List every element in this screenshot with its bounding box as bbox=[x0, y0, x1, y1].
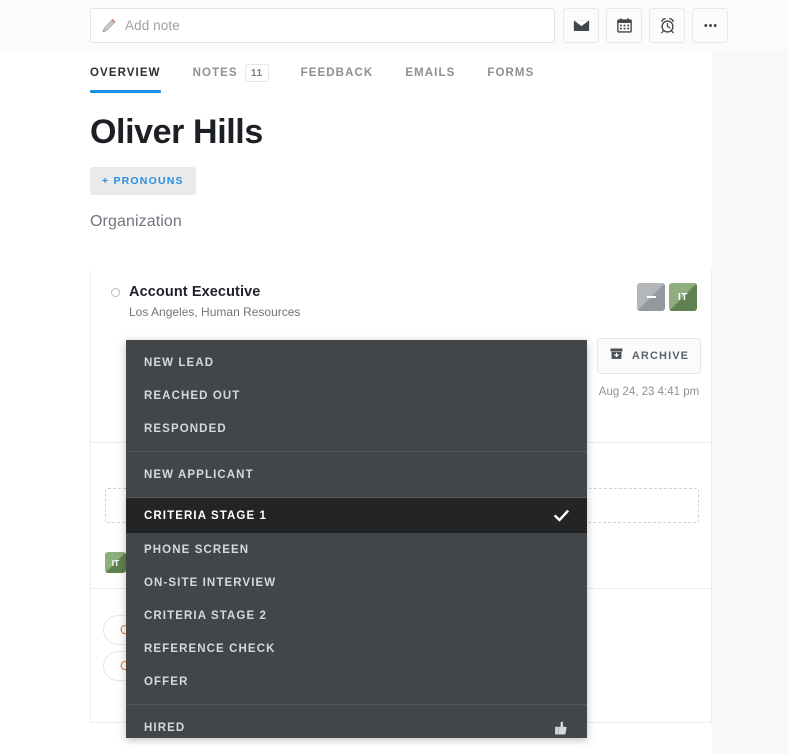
menu-item-phone-screen-label: PHONE SCREEN bbox=[144, 543, 250, 556]
tab-overview[interactable]: OVERVIEW bbox=[90, 60, 161, 93]
menu-item-reference-check[interactable]: REFERENCE CHECK bbox=[126, 632, 587, 665]
calendar-icon-button[interactable] bbox=[606, 8, 642, 43]
stage-dropdown-menu: NEW LEAD REACHED OUT RESPONDED NEW APPLI… bbox=[126, 340, 587, 738]
archive-label: ARCHIVE bbox=[631, 350, 690, 362]
email-icon-button[interactable] bbox=[563, 8, 599, 43]
menu-item-criteria-stage-2[interactable]: CRITERIA STAGE 2 bbox=[126, 599, 587, 632]
thumbs-up-icon bbox=[552, 719, 569, 736]
job-title-row[interactable]: Account Executive bbox=[111, 284, 691, 300]
ellipsis-icon bbox=[702, 17, 719, 34]
tab-forms-label: FORMS bbox=[487, 67, 535, 79]
job-title: Account Executive bbox=[129, 284, 261, 300]
more-options-button[interactable] bbox=[692, 8, 728, 43]
menu-item-phone-screen[interactable]: PHONE SCREEN bbox=[126, 533, 587, 566]
source-row: IT bbox=[105, 552, 126, 573]
menu-item-on-site-interview-label: ON-SITE INTERVIEW bbox=[144, 576, 277, 589]
app-root: Add note OVERVIEW NOTES 11 FEEDBACK EMAI… bbox=[0, 0, 788, 754]
tab-emails[interactable]: EMAILS bbox=[405, 60, 455, 86]
tab-active-underline bbox=[90, 90, 161, 93]
menu-item-reached-out-label: REACHED OUT bbox=[144, 389, 241, 402]
calendar-icon bbox=[616, 17, 633, 34]
tab-notes[interactable]: NOTES 11 bbox=[193, 60, 269, 86]
add-note-input[interactable]: Add note bbox=[90, 8, 555, 43]
source-badge: IT bbox=[105, 552, 126, 573]
reminder-icon-button[interactable] bbox=[649, 8, 685, 43]
menu-item-hired[interactable]: HIRED bbox=[126, 711, 587, 744]
tab-feedback[interactable]: FEEDBACK bbox=[301, 60, 374, 86]
menu-item-new-applicant-label: NEW APPLICANT bbox=[144, 468, 254, 481]
status-circle-icon bbox=[111, 287, 120, 297]
add-pronouns-button[interactable]: + PRONOUNS bbox=[90, 166, 196, 195]
profile-header: Oliver Hills + PRONOUNS Organization bbox=[90, 112, 263, 231]
alarm-clock-icon bbox=[659, 17, 676, 34]
menu-item-offer[interactable]: OFFER bbox=[126, 665, 587, 698]
organization-label: Organization bbox=[90, 212, 182, 230]
dash-icon bbox=[646, 296, 656, 298]
menu-item-reference-check-label: REFERENCE CHECK bbox=[144, 642, 276, 655]
tab-emails-label: EMAILS bbox=[405, 67, 456, 79]
menu-item-offer-label: OFFER bbox=[144, 675, 189, 688]
job-card-header: Account Executive Los Angeles, Human Res… bbox=[91, 270, 711, 319]
menu-item-reached-out[interactable]: REACHED OUT bbox=[126, 379, 587, 412]
tab-forms[interactable]: FORMS bbox=[487, 60, 534, 86]
menu-item-on-site-interview[interactable]: ON-SITE INTERVIEW bbox=[126, 566, 587, 599]
page-background-right bbox=[712, 0, 788, 754]
add-note-placeholder: Add note bbox=[125, 18, 180, 33]
menu-item-responded[interactable]: RESPONDED bbox=[126, 412, 587, 445]
top-action-bar: Add note bbox=[0, 0, 788, 52]
tab-overview-label: OVERVIEW bbox=[90, 67, 161, 79]
tab-feedback-label: FEEDBACK bbox=[300, 67, 374, 79]
profile-tabs: OVERVIEW NOTES 11 FEEDBACK EMAILS FORMS bbox=[90, 58, 566, 93]
archive-box-icon bbox=[609, 346, 624, 366]
check-icon bbox=[553, 509, 570, 523]
menu-item-new-lead[interactable]: NEW LEAD bbox=[126, 346, 587, 379]
page-title: Oliver Hills bbox=[90, 113, 263, 151]
tab-notes-badge: 11 bbox=[244, 64, 269, 82]
menu-item-hired-label: HIRED bbox=[144, 721, 186, 734]
owner-avatar-empty[interactable] bbox=[637, 283, 665, 311]
email-icon bbox=[573, 17, 590, 34]
menu-item-new-lead-label: NEW LEAD bbox=[144, 356, 215, 369]
job-subtitle: Los Angeles, Human Resources bbox=[129, 305, 301, 319]
tab-notes-label: NOTES bbox=[192, 67, 238, 79]
menu-item-new-applicant[interactable]: NEW APPLICANT bbox=[126, 458, 587, 491]
menu-item-criteria-stage-2-label: CRITERIA STAGE 2 bbox=[144, 609, 268, 622]
pencil-icon bbox=[101, 18, 117, 34]
menu-item-responded-label: RESPONDED bbox=[144, 422, 227, 435]
last-activity-timestamp: Aug 24, 23 4:41 pm bbox=[598, 386, 700, 398]
page-background-left bbox=[0, 0, 90, 754]
menu-item-criteria-stage-1-label: CRITERIA STAGE 1 bbox=[144, 509, 268, 522]
owner-avatar-it[interactable]: IT bbox=[669, 283, 697, 311]
menu-item-criteria-stage-1[interactable]: CRITERIA STAGE 1 bbox=[126, 498, 587, 533]
archive-button[interactable]: ARCHIVE bbox=[597, 338, 701, 374]
job-avatars: IT bbox=[637, 283, 697, 311]
